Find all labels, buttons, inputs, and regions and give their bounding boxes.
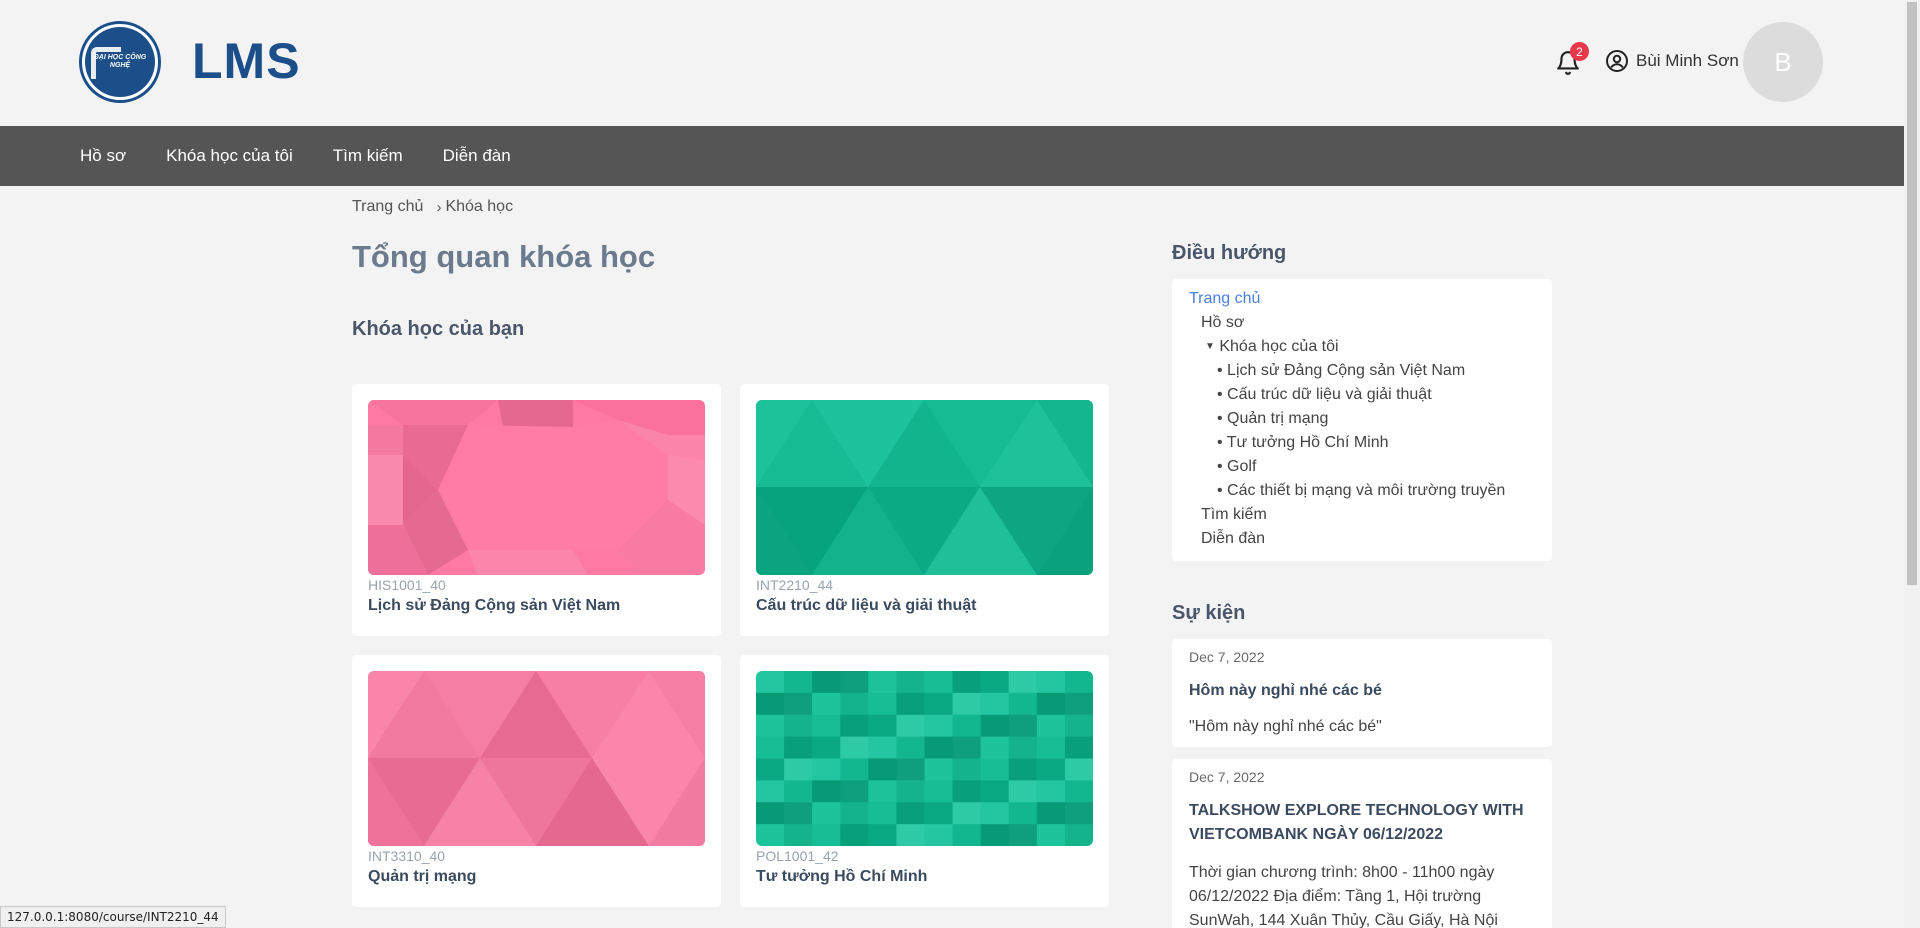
page-title: Tổng quan khóa học: [352, 239, 656, 274]
event-description: Thời gian chương trình: 8h00 - 11h00 ngà…: [1189, 864, 1498, 928]
nav-search[interactable]: Tìm kiếm: [333, 146, 403, 166]
nav-profile[interactable]: Hồ sơ: [80, 146, 126, 166]
nav-tree-course-label: Lịch sử Đảng Cộng sản Việt Nam: [1227, 362, 1466, 379]
nav-tree-course[interactable]: • Tư tưởng Hồ Chí Minh: [1217, 434, 1389, 452]
nav-tree-search[interactable]: Tìm kiếm: [1201, 506, 1267, 524]
course-thumbnail[interactable]: [756, 671, 1093, 846]
scrollbar-thumb[interactable]: [1907, 2, 1917, 585]
nav-tree-home[interactable]: Trang chủ: [1189, 290, 1260, 308]
chevron-right-icon: ›: [436, 198, 442, 216]
nav-tree-course[interactable]: • Lịch sử Đảng Cộng sản Việt Nam: [1217, 362, 1465, 380]
event-description: "Hôm này nghỉ nhé các bé": [1189, 718, 1382, 735]
course-code: HIS1001_40: [368, 577, 446, 593]
nav-tree-course[interactable]: • Cấu trúc dữ liệu và giải thuật: [1217, 386, 1432, 404]
nav-tree-forum[interactable]: Diễn đàn: [1201, 530, 1265, 548]
main-navbar: Hồ sơ Khóa học của tôi Tìm kiếm Diễn đàn: [0, 126, 1904, 186]
page-scrollbar[interactable]: [1904, 0, 1920, 928]
navigation-block: Trang chủ Hồ sơ ▼ Khóa học của tôi • Lịc…: [1172, 279, 1552, 561]
course-name[interactable]: Cấu trúc dữ liệu và giải thuật: [756, 597, 977, 615]
course-code: INT3310_40: [368, 848, 446, 864]
user-name[interactable]: Bùi Minh Sơn: [1636, 51, 1739, 71]
top-header: ĐẠI HỌC CÔNG NGHỆ LMS 2 Bùi Minh Sơn B: [0, 0, 1904, 126]
nav-tree-course-label: Golf: [1227, 458, 1257, 475]
nav-tree-my-courses[interactable]: ▼ Khóa học của tôi: [1205, 338, 1339, 356]
course-name[interactable]: Lịch sử Đảng Cộng sản Việt Nam: [368, 597, 620, 615]
course-name[interactable]: Quản trị mạng: [368, 868, 476, 886]
nav-tree-my-courses-label: Khóa học của tôi: [1219, 338, 1339, 355]
breadcrumb-home[interactable]: Trang chủ: [352, 198, 423, 216]
nav-tree-course-label: Quản trị mạng: [1227, 410, 1329, 427]
course-code: POL1001_42: [756, 848, 839, 864]
nav-tree-course[interactable]: • Golf: [1217, 458, 1256, 476]
event-card[interactable]: Dec 7, 2022 TALKSHOW EXPLORE TECHNOLOGY …: [1172, 759, 1552, 928]
user-circle-icon[interactable]: [1605, 49, 1629, 73]
course-card[interactable]: INT2210_44 Cấu trúc dữ liệu và giải thuậ…: [740, 384, 1109, 636]
course-code: INT2210_44: [756, 577, 834, 593]
event-date: Dec 7, 2022: [1189, 649, 1265, 665]
course-thumbnail[interactable]: [368, 400, 705, 575]
caret-down-icon: ▼: [1205, 341, 1215, 352]
notification-badge: 2: [1570, 42, 1589, 61]
event-title[interactable]: Hôm này nghỉ nhé các bé: [1189, 679, 1539, 703]
course-name[interactable]: Tư tưởng Hồ Chí Minh: [756, 868, 927, 886]
section-title: Khóa học của bạn: [352, 318, 525, 340]
breadcrumb: Trang chủ › Khóa học: [352, 198, 513, 216]
nav-tree-course[interactable]: • Các thiết bị mạng và môi trường truyền: [1217, 482, 1505, 500]
nav-tree-course-label: Các thiết bị mạng và môi trường truyền: [1227, 482, 1506, 499]
nav-tree-course[interactable]: • Quản trị mạng: [1217, 410, 1328, 428]
breadcrumb-current: Khóa học: [445, 198, 514, 215]
nav-my-courses[interactable]: Khóa học của tôi: [166, 146, 293, 166]
status-bar-url: 127.0.0.1:8080/course/INT2210_44: [0, 906, 226, 928]
nav-tree-course-label: Cấu trúc dữ liệu và giải thuật: [1227, 386, 1432, 403]
brand-title[interactable]: LMS: [192, 32, 301, 90]
nav-forum[interactable]: Diễn đàn: [443, 146, 511, 166]
course-thumbnail[interactable]: [368, 671, 705, 846]
event-date: Dec 7, 2022: [1189, 769, 1265, 785]
events-heading: Sự kiện: [1172, 602, 1246, 624]
course-card[interactable]: POL1001_42 Tư tưởng Hồ Chí Minh: [740, 655, 1109, 907]
course-thumbnail[interactable]: [756, 400, 1093, 575]
event-title[interactable]: TALKSHOW EXPLORE TECHNOLOGY WITH VIETCOM…: [1189, 799, 1539, 847]
course-card[interactable]: INT3310_40 Quản trị mạng: [352, 655, 721, 907]
event-card[interactable]: Dec 7, 2022 Hôm này nghỉ nhé các bé "Hôm…: [1172, 639, 1552, 747]
logo-emblem: ĐẠI HỌC CÔNG NGHỆ: [85, 27, 155, 97]
navigation-heading: Điều hướng: [1172, 242, 1287, 264]
course-card[interactable]: HIS1001_40 Lịch sử Đảng Cộng sản Việt Na…: [352, 384, 721, 636]
university-logo[interactable]: ĐẠI HỌC CÔNG NGHỆ: [79, 21, 161, 103]
nav-tree-profile[interactable]: Hồ sơ: [1201, 314, 1244, 332]
avatar[interactable]: B: [1743, 22, 1823, 102]
nav-tree-course-label: Tư tưởng Hồ Chí Minh: [1226, 434, 1389, 451]
